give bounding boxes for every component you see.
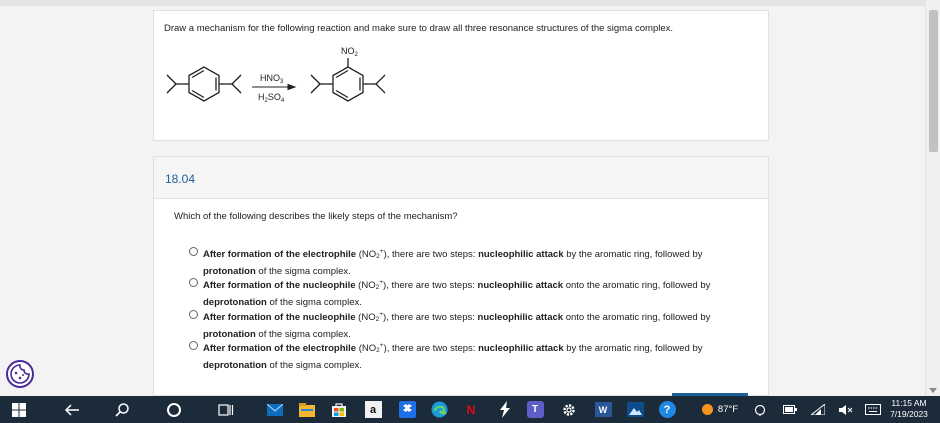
help-glyph: ? [658,401,676,418]
store-icon[interactable] [326,396,352,423]
edge-icon[interactable] [426,396,452,423]
wifi-icon[interactable] [808,396,828,423]
task-view-icon[interactable] [212,396,240,423]
weather-widget[interactable]: 87°F [695,396,745,423]
keyboard-icon[interactable] [862,396,884,423]
scrollbar-thumb[interactable] [929,10,938,152]
windows-taskbar: a N T W ? 87°F 11:15 AM 7/19/2023 [0,396,940,423]
amazon-logo-letter: a [364,401,382,418]
weather-icon [701,404,713,415]
reactant-molecule [166,66,242,102]
reagent-hno3: HNO3 [260,73,284,85]
teams-logo-letter: T [526,401,544,418]
product-molecule [310,58,386,102]
system-clock[interactable]: 11:15 AM 7/19/2023 [884,398,934,420]
radio-button[interactable] [189,341,198,350]
dropbox-icon[interactable] [394,396,420,423]
teams-icon[interactable]: T [522,396,548,423]
scroll-down-arrow-icon[interactable] [929,388,937,393]
radio-button[interactable] [189,278,198,287]
netflix-icon[interactable]: N [460,396,482,423]
reaction-arrow [252,83,297,91]
file-explorer-icon[interactable] [294,396,320,423]
question-card: Draw a mechanism for the following react… [153,10,769,141]
option-text: After formation of the nucleophile (NO2+… [203,311,711,340]
question-prompt: Which of the following describes the lik… [174,211,458,222]
option-text: After formation of the electrophile (NO2… [203,342,703,371]
word-icon[interactable]: W [590,396,616,423]
reaction-scheme: HNO3 H2SO4 NO2 [154,46,770,142]
chevron-up-icon[interactable] [750,396,770,423]
cookie-settings-button[interactable] [6,360,34,388]
clock-date: 7/19/2023 [890,409,928,419]
radio-button[interactable] [189,247,198,256]
amazon-icon[interactable]: a [360,396,386,423]
product-no2-label: NO2 [341,47,359,58]
back-arrow-icon[interactable] [58,396,86,423]
photos-icon[interactable] [622,396,648,423]
word-logo-letter: W [594,402,612,417]
search-icon[interactable] [108,396,136,423]
reaction-diagram: HNO3 H2SO4 NO2 [166,46,386,104]
mail-icon[interactable] [262,396,288,423]
windows-start-icon[interactable] [4,396,34,423]
radio-button[interactable] [189,310,198,319]
help-icon[interactable]: ? [654,396,680,423]
page-top-divider [0,0,925,6]
volume-icon[interactable] [836,396,856,423]
netflix-logo-letter: N [466,402,476,417]
option-text: After formation of the electrophile (NO2… [203,248,703,277]
option-text: After formation of the nucleophile (NO2+… [203,279,711,308]
weather-temperature: 87°F [717,404,739,415]
instruction-text: Draw a mechanism for the following react… [164,23,674,34]
reagent-h2so4: H2SO4 [258,92,285,104]
question-header: 18.04 [154,157,768,199]
battery-icon[interactable] [780,396,800,423]
settings-icon[interactable] [556,396,582,423]
clock-time: 11:15 AM [891,398,927,408]
vertical-scrollbar[interactable] [925,0,940,396]
cookie-icon [10,364,30,384]
question-number: 18.04 [165,172,196,186]
multiple-choice-card: 18.04 Which of the following describes t… [153,156,769,396]
cortana-icon[interactable] [160,396,188,423]
bolt-icon[interactable] [494,396,516,423]
